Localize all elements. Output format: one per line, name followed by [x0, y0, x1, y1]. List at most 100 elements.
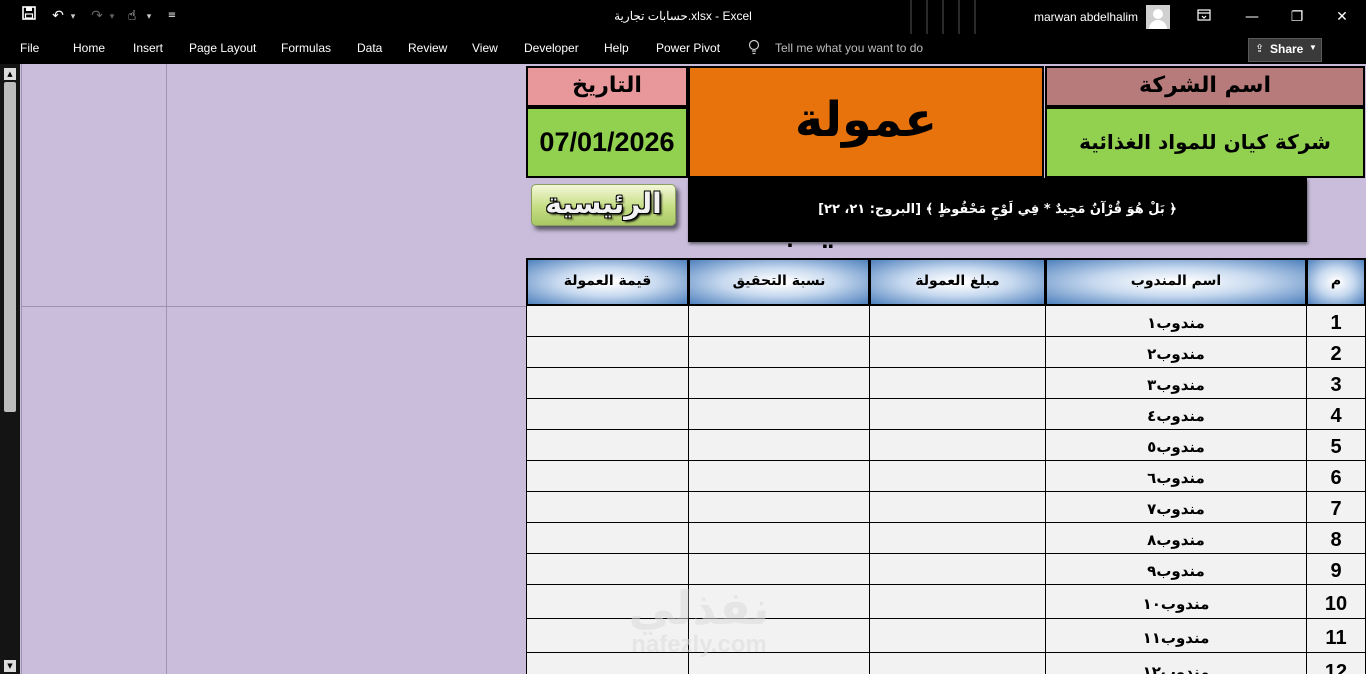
cell-commission-value[interactable]	[526, 492, 688, 523]
cell-index[interactable]: 8	[1306, 523, 1366, 554]
menu-review[interactable]: Review	[408, 41, 447, 55]
cell-rep-name[interactable]: مندوب٥	[1045, 430, 1306, 461]
cell-rep-name[interactable]: مندوب٢	[1045, 337, 1306, 368]
cell-achievement-rate[interactable]	[688, 523, 869, 554]
menu-home[interactable]: Home	[73, 41, 105, 55]
cell-index[interactable]: 9	[1306, 554, 1366, 585]
header-commission-amount[interactable]: مبلغ العمولة	[869, 258, 1046, 306]
menu-power-pivot[interactable]: Power Pivot	[656, 41, 720, 55]
menu-file[interactable]: File	[20, 41, 39, 55]
cell-rep-name[interactable]: مندوب١١	[1045, 619, 1306, 653]
menu-developer[interactable]: Developer	[524, 41, 579, 55]
cell-rep-name[interactable]: مندوب٩	[1045, 554, 1306, 585]
home-button[interactable]: الرئيسية	[531, 184, 676, 226]
close-icon[interactable]: ✕	[1328, 6, 1356, 28]
scroll-up-icon[interactable]: ▲	[4, 68, 16, 80]
cell-commission-amount[interactable]	[869, 306, 1045, 337]
cell-commission-value[interactable]	[526, 461, 688, 492]
cell-index[interactable]: 5	[1306, 430, 1366, 461]
menu-formulas[interactable]: Formulas	[281, 41, 331, 55]
cell-commission-amount[interactable]	[869, 554, 1045, 585]
share-button[interactable]: ⇪ Share ▼	[1248, 38, 1322, 62]
ribbon-display-icon[interactable]	[1190, 6, 1218, 28]
cell-commission-amount[interactable]	[869, 619, 1045, 653]
cell-rep-name[interactable]: مندوب١٢	[1045, 653, 1306, 674]
cell-achievement-rate[interactable]	[688, 368, 869, 399]
cell-commission-amount[interactable]	[869, 653, 1045, 674]
restore-icon[interactable]: ❐	[1283, 6, 1311, 28]
cell-achievement-rate[interactable]	[688, 653, 869, 674]
avatar[interactable]	[1146, 5, 1170, 29]
cell-index[interactable]: 10	[1306, 585, 1366, 619]
cell-commission-value[interactable]	[526, 523, 688, 554]
cell-achievement-rate[interactable]	[688, 461, 869, 492]
sheet-title[interactable]: عمولة المناديب	[688, 66, 1044, 252]
cell-index[interactable]: 7	[1306, 492, 1366, 523]
cell-achievement-rate[interactable]	[688, 337, 869, 368]
cell-achievement-rate[interactable]	[688, 306, 869, 337]
cell-achievement-rate[interactable]	[688, 619, 869, 653]
tell-me-text: Tell me what you want to do	[775, 41, 924, 55]
cell-rep-name[interactable]: مندوب٧	[1045, 492, 1306, 523]
cell-commission-value[interactable]	[526, 337, 688, 368]
cell-commission-value[interactable]	[526, 399, 688, 430]
menu-insert[interactable]: Insert	[133, 41, 163, 55]
cell-rep-name[interactable]: مندوب١	[1045, 306, 1306, 337]
cell-index[interactable]: 11	[1306, 619, 1366, 653]
cell-index[interactable]: 4	[1306, 399, 1366, 430]
cell-index[interactable]: 6	[1306, 461, 1366, 492]
menu-data[interactable]: Data	[357, 41, 382, 55]
cell-commission-value[interactable]	[526, 653, 688, 674]
scroll-down-icon[interactable]: ▼	[4, 660, 16, 672]
cell-achievement-rate[interactable]	[688, 492, 869, 523]
minimize-icon[interactable]: —	[1238, 6, 1266, 28]
header-index[interactable]: م	[1306, 258, 1366, 306]
table-row: مندوب١٢ 12	[21, 653, 1366, 674]
user-name[interactable]: marwan abdelhalim	[1034, 10, 1138, 24]
cell-rep-name[interactable]: مندوب٨	[1045, 523, 1306, 554]
cell-commission-value[interactable]	[526, 554, 688, 585]
cell-index[interactable]: 2	[1306, 337, 1366, 368]
cell-rep-name[interactable]: مندوب٤	[1045, 399, 1306, 430]
cell-rep-name[interactable]: مندوب١٠	[1045, 585, 1306, 619]
table-row: مندوب١٠ 10	[21, 585, 1366, 619]
header-rep-name[interactable]: اسم المندوب	[1045, 258, 1307, 306]
table-row: مندوب٨ 8	[21, 523, 1366, 554]
cell-commission-value[interactable]	[526, 430, 688, 461]
table-row: مندوب٦ 6	[21, 461, 1366, 492]
menu-help[interactable]: Help	[604, 41, 629, 55]
cell-commission-amount[interactable]	[869, 461, 1045, 492]
cell-index[interactable]: 3	[1306, 368, 1366, 399]
cell-achievement-rate[interactable]	[688, 399, 869, 430]
header-achievement-rate[interactable]: نسبة التحقيق	[688, 258, 870, 306]
cell-commission-amount[interactable]	[869, 585, 1045, 619]
header-commission-value[interactable]: قيمة العمولة	[526, 258, 689, 306]
cell-achievement-rate[interactable]	[688, 430, 869, 461]
cell-commission-value[interactable]	[526, 368, 688, 399]
date-value[interactable]: 07/01/2026	[526, 107, 688, 178]
cell-rep-name[interactable]: مندوب٦	[1045, 461, 1306, 492]
vertical-scrollbar[interactable]: ▲ ▼	[0, 64, 20, 674]
cell-commission-value[interactable]	[526, 619, 688, 653]
cell-commission-amount[interactable]	[869, 492, 1045, 523]
menu-page-layout[interactable]: Page Layout	[189, 41, 256, 55]
cell-commission-value[interactable]	[526, 585, 688, 619]
cell-achievement-rate[interactable]	[688, 585, 869, 619]
verse-box[interactable]: بَلْ هُوَ قُرْآنٌ مَجِيدٌ * فِي لَوْحٍ م…	[688, 178, 1307, 242]
cell-commission-amount[interactable]	[869, 368, 1045, 399]
cell-commission-amount[interactable]	[869, 337, 1045, 368]
company-name[interactable]: شركة كيان للمواد الغذائية	[1045, 107, 1365, 178]
cell-commission-amount[interactable]	[869, 430, 1045, 461]
cell-index[interactable]: 12	[1306, 653, 1366, 674]
cell-index[interactable]: 1	[1306, 306, 1366, 337]
cell-commission-value[interactable]	[526, 306, 688, 337]
cell-achievement-rate[interactable]	[688, 554, 869, 585]
cell-commission-amount[interactable]	[869, 523, 1045, 554]
menu-view[interactable]: View	[472, 41, 498, 55]
cell-rep-name[interactable]: مندوب٣	[1045, 368, 1306, 399]
scroll-thumb[interactable]	[4, 82, 16, 412]
cell-commission-amount[interactable]	[869, 399, 1045, 430]
worksheet[interactable]: التاريخ 07/01/2026 عمولة المناديب اسم ال…	[21, 64, 1366, 674]
date-label[interactable]: التاريخ	[526, 66, 688, 107]
company-label[interactable]: اسم الشركة	[1045, 66, 1365, 107]
